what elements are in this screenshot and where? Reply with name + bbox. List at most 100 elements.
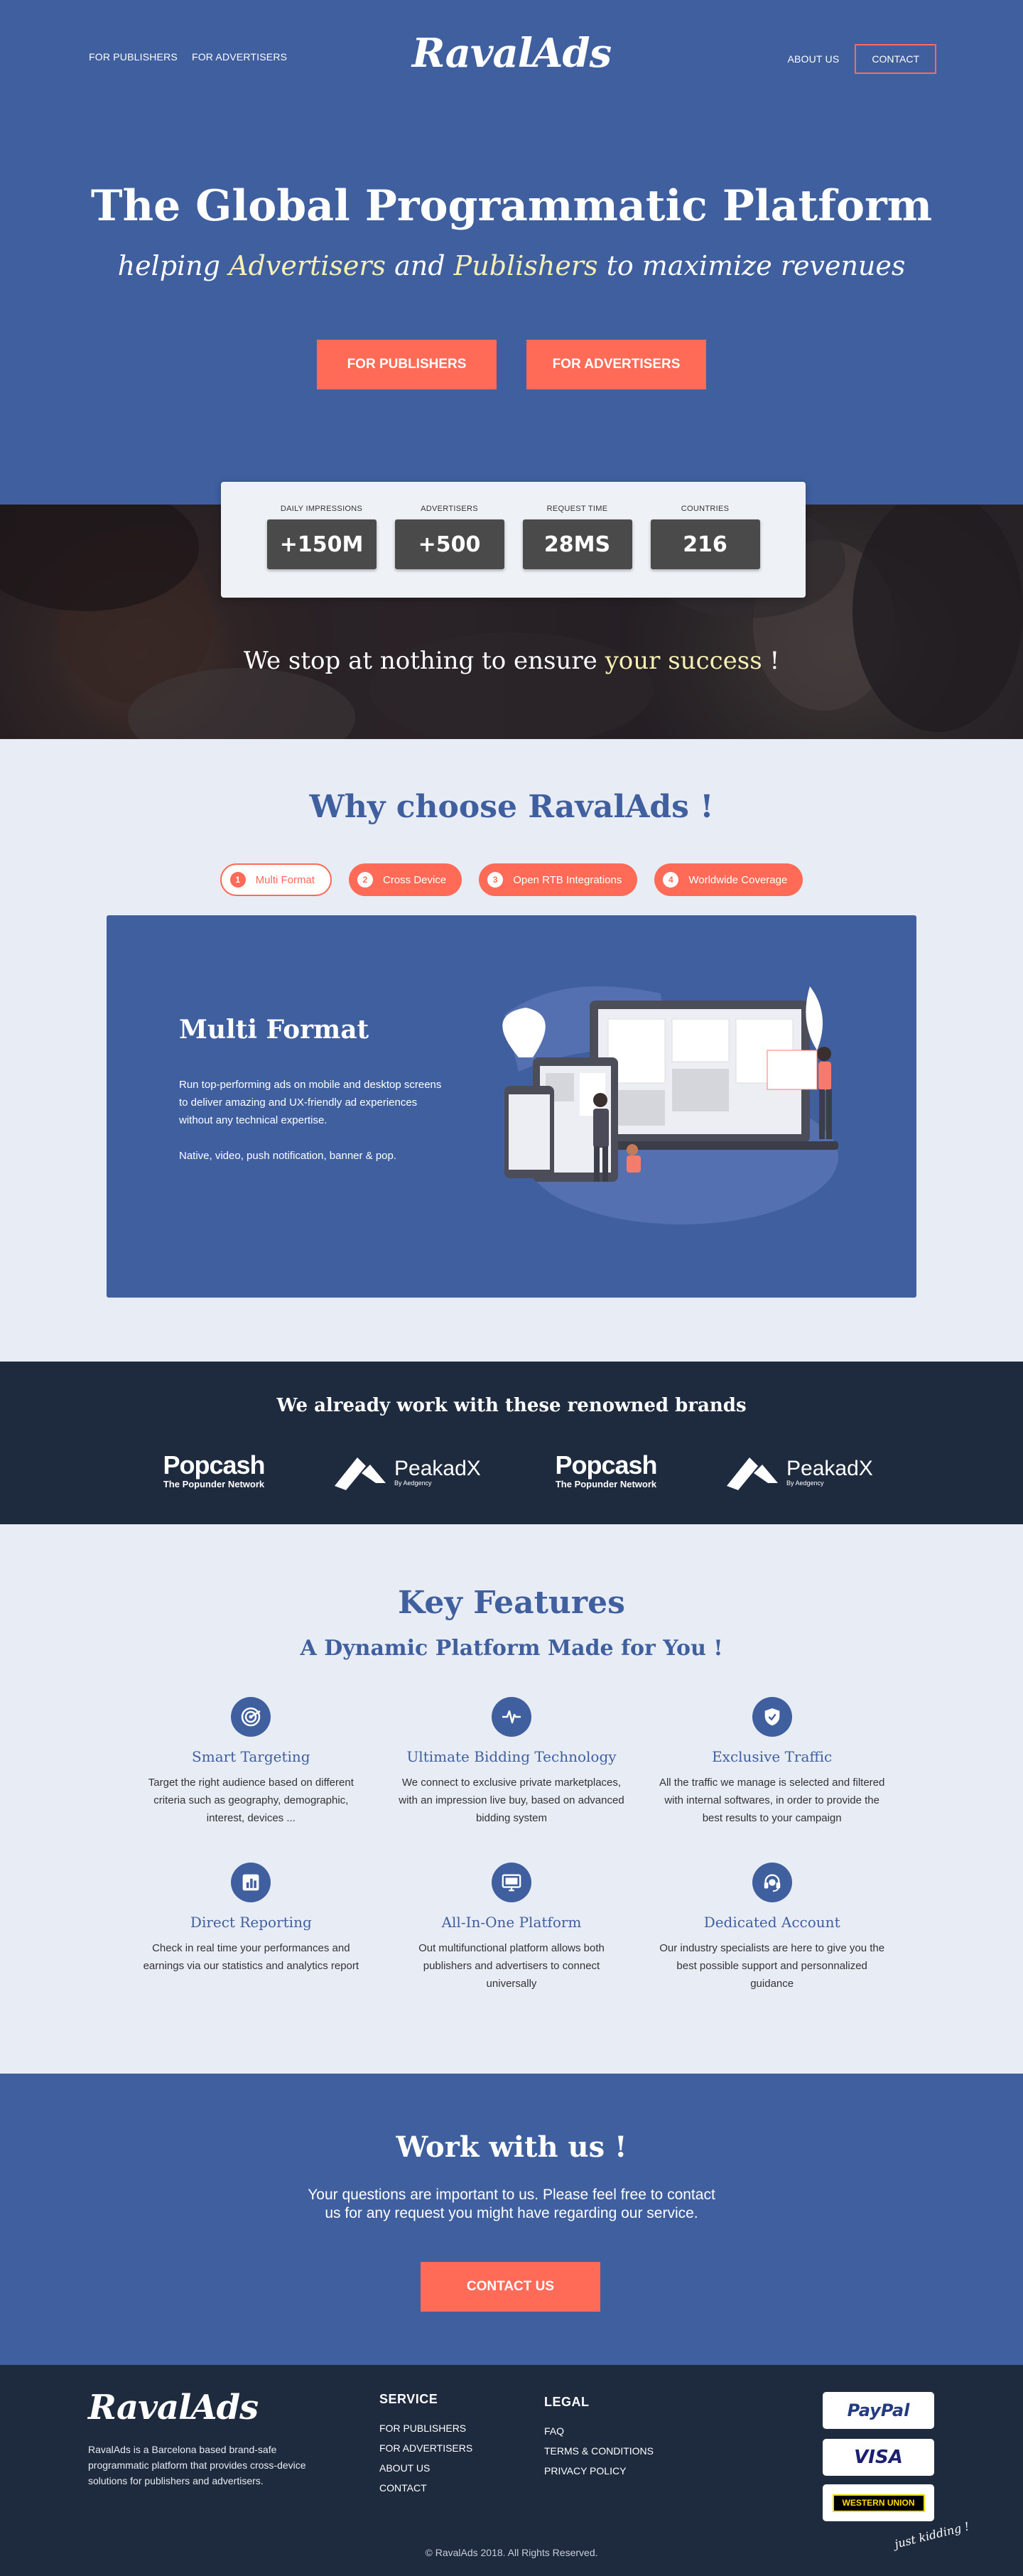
- footer-link-contact[interactable]: CONTACT: [379, 2482, 472, 2494]
- tab-number: 2: [357, 872, 374, 888]
- key-features-title: Key Features: [398, 1585, 625, 1621]
- footer-service-column: SERVICE FOR PUBLISHERS FOR ADVERTISERS A…: [379, 2392, 472, 2502]
- hero-title: The Global Programmatic Platform: [90, 181, 933, 231]
- tagline-text: We stop at nothing to ensure: [243, 647, 605, 675]
- hero-buttons: FOR PUBLISHERS FOR ADVERTISERS: [0, 340, 1023, 389]
- footer-link-privacy[interactable]: PRIVACY POLICY: [544, 2465, 654, 2477]
- stat-value: 216: [650, 519, 760, 569]
- panel-title: Multi Format: [179, 1015, 369, 1045]
- key-features-grid: Smart Targeting Target the right audienc…: [121, 1697, 902, 1993]
- stat-daily-impressions: DAILY IMPRESSIONS +150M: [266, 505, 377, 598]
- stat-label: REQUEST TIME: [546, 505, 608, 513]
- brand-logo-peakadx: PeakadX By Aedgency: [333, 1450, 487, 1493]
- shield-icon: [752, 1697, 792, 1737]
- payment-name: WESTERN UNION: [832, 2494, 925, 2512]
- feature-all-in-one: All-In-One Platform Out multifunctional …: [381, 1863, 642, 1993]
- work-text-line: Your questions are important to us. Plea…: [308, 2187, 715, 2203]
- monitor-icon: [491, 1863, 531, 1902]
- payment-name: VISA: [854, 2447, 903, 2468]
- tab-label: Worldwide Coverage: [688, 873, 788, 886]
- footer-link-terms[interactable]: TERMS & CONDITIONS: [544, 2445, 654, 2457]
- footer-about: RavalAds is a Barcelona based brand-safe…: [88, 2444, 306, 2486]
- paypal-logo: PayPal: [823, 2392, 934, 2429]
- footer-logo[interactable]: RavalAds: [88, 2388, 259, 2427]
- panel-formats: Native, video, push notification, banner…: [179, 1150, 397, 1162]
- contact-us-button[interactable]: CONTACT US: [421, 2262, 600, 2312]
- tab-label: Multi Format: [255, 873, 315, 886]
- footer-link-faq[interactable]: FAQ: [544, 2425, 654, 2437]
- brand-sub: The Popunder Network: [555, 1479, 657, 1489]
- western-union-logo: WESTERN UNION: [823, 2484, 934, 2521]
- brands-title: We already work with these renowned bran…: [276, 1395, 747, 1416]
- brand-name: Popcash: [555, 1450, 657, 1480]
- feature-name: Exclusive Traffic: [712, 1748, 833, 1765]
- brand-name: PeakadX: [394, 1457, 481, 1480]
- feature-exclusive-traffic: Exclusive Traffic All the traffic we man…: [642, 1697, 902, 1827]
- work-title: Work with us !: [396, 2130, 627, 2164]
- pulse-icon: [491, 1697, 531, 1737]
- stat-request-time: REQUEST TIME 28MS: [522, 505, 632, 598]
- tagline-end: !: [762, 647, 780, 675]
- feature-dedicated-account: Dedicated Account Our industry specialis…: [642, 1863, 902, 1993]
- stat-advertisers: ADVERTISERS +500: [394, 505, 504, 598]
- chart-icon: [231, 1863, 271, 1902]
- tab-worldwide[interactable]: 4 Worldwide Coverage: [654, 863, 803, 896]
- stats-card: DAILY IMPRESSIONS +150M ADVERTISERS +500…: [221, 482, 806, 598]
- brand-name: Popcash: [163, 1450, 265, 1480]
- peakadx-mark-icon: [335, 1457, 386, 1490]
- stat-value: +150M: [266, 519, 377, 569]
- brand-logo-popcash: Popcash The Popunder Network: [536, 1450, 676, 1493]
- feature-direct-reporting: Direct Reporting Check in real time your…: [121, 1863, 381, 1993]
- hero-subtitle-highlight: Advertisers: [229, 250, 386, 281]
- feature-smart-targeting: Smart Targeting Target the right audienc…: [121, 1697, 381, 1827]
- feature-panel: Multi Format Run top-performing ads on m…: [107, 915, 916, 1298]
- footer-legal-column: LEGAL FAQ TERMS & CONDITIONS PRIVACY POL…: [544, 2395, 654, 2485]
- devices-illustration: [502, 986, 838, 1224]
- payment-name: PayPal: [847, 2400, 910, 2420]
- brands-section: We already work with these renowned bran…: [0, 1362, 1023, 1524]
- stat-value: 28MS: [522, 519, 632, 569]
- stat-label: DAILY IMPRESSIONS: [280, 505, 363, 513]
- feature-desc: All the traffic we manage is selected an…: [659, 1777, 885, 1824]
- hero-advertisers-button[interactable]: FOR ADVERTISERS: [526, 340, 706, 389]
- tagline-highlight: your success: [605, 647, 762, 675]
- footer-link-advertisers[interactable]: FOR ADVERTISERS: [379, 2442, 472, 2454]
- tab-open-rtb[interactable]: 3 Open RTB Integrations: [479, 863, 638, 896]
- footer-link-publishers[interactable]: FOR PUBLISHERS: [379, 2423, 472, 2434]
- feature-tabs: 1 Multi Format 2 Cross Device 3 Open RTB…: [0, 863, 1023, 896]
- feature-name: Ultimate Bidding Technology: [406, 1748, 617, 1765]
- tab-number: 1: [229, 872, 246, 888]
- feature-ultimate-bidding: Ultimate Bidding Technology We connect t…: [381, 1697, 642, 1827]
- success-tagline: We stop at nothing to ensure your succes…: [0, 647, 1023, 675]
- brand-name: PeakadX: [786, 1457, 873, 1480]
- feature-desc: Check in real time your performances and…: [143, 1942, 359, 1972]
- work-text-line: us for any request you might have regard…: [325, 2205, 698, 2221]
- stat-value: +500: [394, 519, 504, 569]
- key-features-subtitle: A Dynamic Platform Made for You !: [300, 1636, 723, 1661]
- hero-subtitle: helping Advertisers and Publishers to ma…: [0, 250, 1023, 281]
- footer-link-about[interactable]: ABOUT US: [379, 2462, 472, 2474]
- brand-logos: Popcash The Popunder Network PeakadX By …: [0, 1450, 1023, 1493]
- peakadx-mark-icon: [727, 1457, 778, 1490]
- feature-name: Smart Targeting: [192, 1748, 310, 1765]
- hero-publishers-button[interactable]: FOR PUBLISHERS: [317, 340, 497, 389]
- visa-logo: VISA: [823, 2439, 934, 2476]
- hero-section: FOR PUBLISHERS FOR ADVERTISERS ABOUT US …: [0, 0, 1023, 505]
- site-footer: RavalAds RavalAds is a Barcelona based b…: [0, 2365, 1023, 2576]
- tab-cross-device[interactable]: 2 Cross Device: [349, 863, 462, 896]
- work-text: Your questions are important to us. Plea…: [0, 2186, 1023, 2223]
- brand-logo-peakadx: PeakadX By Aedgency: [725, 1450, 879, 1493]
- stat-countries: COUNTRIES 216: [650, 505, 760, 598]
- feature-desc: We connect to exclusive private marketpl…: [399, 1777, 624, 1824]
- stat-label: COUNTRIES: [681, 505, 730, 513]
- feature-desc: Out multifunctional platform allows both…: [418, 1942, 605, 1990]
- tab-multi-format[interactable]: 1 Multi Format: [220, 863, 332, 896]
- hero-subtitle-highlight: Publishers: [453, 250, 598, 281]
- feature-name: Direct Reporting: [190, 1914, 312, 1931]
- site-logo[interactable]: RavalAds: [0, 30, 1023, 77]
- copyright: © RavalAds 2018. All Rights Reserved.: [425, 2547, 598, 2558]
- stat-label: ADVERTISERS: [421, 505, 478, 513]
- feature-desc: Target the right audience based on diffe…: [148, 1777, 354, 1824]
- tab-label: Cross Device: [383, 873, 447, 886]
- feature-name: Dedicated Account: [703, 1914, 840, 1931]
